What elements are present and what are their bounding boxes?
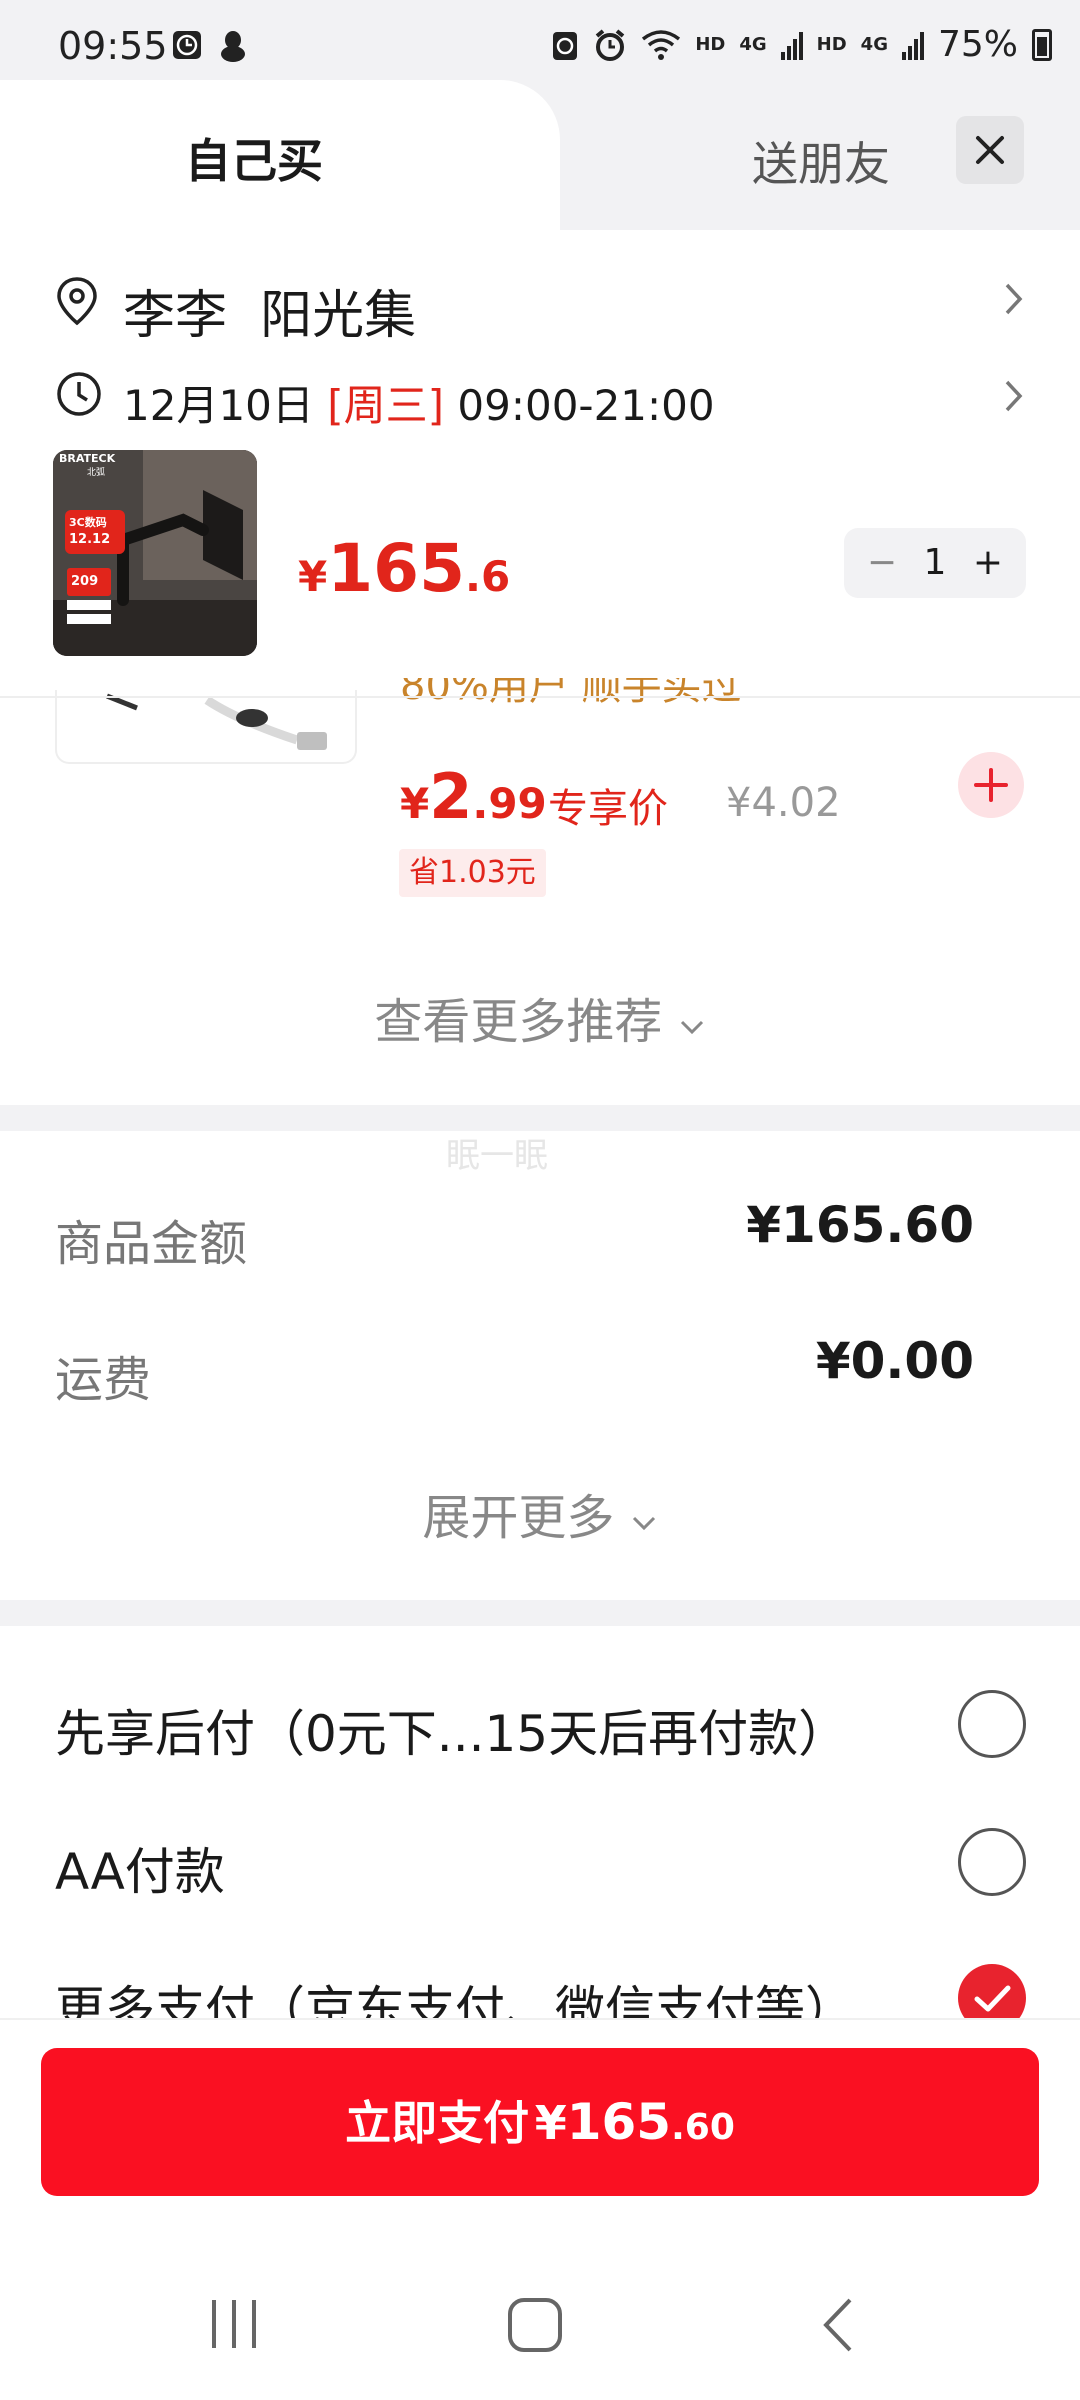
close-icon (976, 136, 1004, 164)
payment-radio[interactable] (958, 1828, 1026, 1896)
network-label: 4G (860, 34, 888, 55)
tab-self-buy[interactable]: 自己买 (0, 80, 560, 230)
header-divider (0, 696, 1080, 698)
tab-self-buy-label: 自己买 (185, 134, 323, 188)
signal-icon (901, 31, 924, 60)
status-icons: HD 4G HD 4G 75% (551, 24, 1052, 65)
network-label: HD (816, 34, 847, 55)
watermark-text: 眠一眠 (446, 1136, 548, 1176)
decrease-button[interactable]: − (862, 540, 902, 586)
recycle-icon (553, 31, 578, 60)
status-time: 09:55 (58, 24, 168, 68)
delivery-weekday: [周三] (327, 381, 445, 430)
product-price-currency: ¥ (298, 552, 328, 601)
purchase-mode-tabs: 自己买 送朋友 (0, 80, 1080, 230)
system-nav-bar (0, 2260, 1080, 2400)
expand-more-label: 展开更多 (422, 1490, 615, 1546)
notification-icon (221, 31, 245, 62)
network-label: HD (695, 34, 726, 55)
rec-price-currency: ¥ (400, 779, 430, 828)
delivery-window: 09:00-21:00 (457, 381, 715, 430)
increase-button[interactable]: + (968, 540, 1008, 586)
address-text: 李李 阳光集 (123, 273, 416, 348)
thumb-price: 209 (71, 574, 99, 589)
delivery-time-row[interactable]: 12月10日 [周三] 09:00-21:00 (55, 362, 1025, 430)
close-button[interactable] (956, 116, 1024, 184)
payment-option-label: 先享后付（0元下...15天后再付款） (55, 1705, 849, 1763)
rec-price-int: 2 (429, 760, 473, 833)
delivery-time-text: 12月10日 [周三] 09:00-21:00 (123, 372, 715, 433)
goods-amount-value: ¥165.60 (746, 1196, 974, 1254)
expand-more-link[interactable]: 展开更多 (0, 1478, 1080, 1548)
pay-now-button[interactable]: 立即支付 ¥165.60 (41, 2048, 1039, 2196)
payment-option-label: AA付款 (55, 1843, 225, 1901)
wifi-icon (642, 29, 681, 60)
thumb-badge: 3C数码 (69, 516, 107, 529)
savings-badge: 省1.03元 (399, 849, 546, 897)
product-price: ¥165.6 (298, 530, 510, 607)
payment-radio[interactable] (958, 1690, 1026, 1758)
home-icon[interactable] (506, 2296, 564, 2354)
battery-icon (1032, 28, 1052, 61)
monitor-arm-image (53, 450, 257, 656)
status-bar: 09:55 HD 4G HD 4G 75% (0, 0, 1080, 80)
checkout-screen: 09:55 HD 4G HD 4G 75% 自己买 送朋友 李李 阳光集 12月… (0, 0, 1080, 2400)
address-name: 李李 (123, 286, 228, 346)
usb-cable-image (106, 693, 327, 750)
quantity-stepper: − 1 + (844, 528, 1026, 598)
pay-now-label: 立即支付 (345, 2096, 530, 2150)
product-price-int: 165 (327, 530, 466, 607)
original-price: ¥4.02 (726, 780, 841, 826)
thumb-brand-cn: 北弧 (87, 468, 106, 478)
shipping-label: 运费 (55, 1352, 152, 1408)
thumb-brand: BRATECK (59, 452, 116, 465)
thumb-date: 12.12 (69, 532, 111, 547)
recommendation-image[interactable] (55, 690, 357, 764)
product-image[interactable]: BRATECK 北弧 3C数码 12.12 209 (53, 450, 257, 656)
clock-app-icon (173, 31, 201, 59)
clock-icon (57, 372, 101, 416)
more-recommendations-label: 查看更多推荐 (374, 994, 663, 1050)
add-recommendation-button[interactable] (958, 752, 1024, 818)
alarm-icon (596, 28, 625, 61)
goods-amount-label: 商品金额 (55, 1216, 248, 1272)
address-place: 阳光集 (260, 286, 417, 346)
recommendation-price: ¥2.99 (400, 760, 547, 833)
location-pin-icon (57, 277, 97, 326)
chevron-down-icon (680, 1020, 703, 1035)
recent-apps-icon[interactable] (206, 2296, 262, 2352)
rec-price-dec: .99 (472, 779, 547, 828)
shipping-value: ¥0.00 (815, 1332, 974, 1390)
chevron-down-icon (632, 1516, 655, 1531)
section-divider (0, 1600, 1080, 1626)
battery-percent: 75% (937, 24, 1018, 65)
plus-icon (974, 768, 1008, 802)
quantity-value: 1 (923, 542, 947, 583)
exclusive-price-tag: 专享价 (548, 786, 668, 832)
product-price-dec: .6 (465, 552, 511, 601)
address-row[interactable]: 李李 阳光集 (55, 265, 1025, 346)
network-label: 4G (739, 34, 767, 55)
pay-now-amount-dec: .60 (671, 2107, 735, 2148)
back-icon[interactable] (818, 2296, 858, 2354)
more-recommendations-link[interactable]: 查看更多推荐 (0, 982, 1080, 1052)
pay-now-amount-int: 165 (566, 2093, 672, 2151)
chevron-right-icon (1005, 283, 1023, 315)
pay-now-currency: ¥ (534, 2096, 567, 2150)
delivery-date: 12月10日 (123, 381, 314, 430)
signal-icon (780, 31, 803, 60)
tab-gift-friend[interactable]: 送朋友 (752, 128, 890, 194)
chevron-right-icon (1005, 380, 1023, 412)
